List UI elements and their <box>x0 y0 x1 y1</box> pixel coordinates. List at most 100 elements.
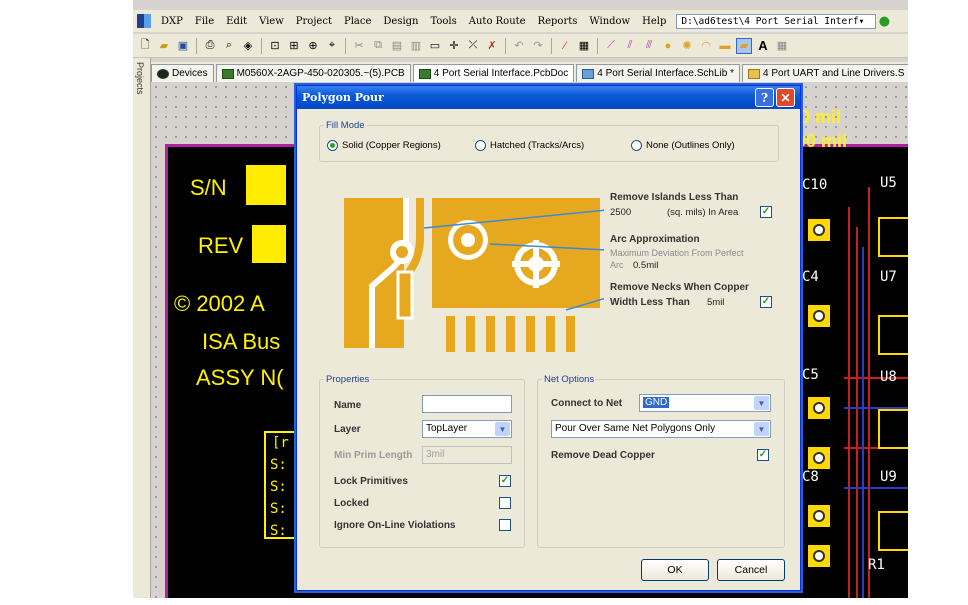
tab-schlib[interactable]: 4 Port Serial Interface.SchLib * <box>576 64 740 82</box>
fill-mode-hatched-radio[interactable]: Hatched (Tracks/Arcs) <box>475 140 584 151</box>
polygon-pour-dialog: Polygon Pour ? ✕ Fill Mode Solid (Copper… <box>296 85 801 591</box>
fill-mode-legend: Fill Mode <box>326 120 365 131</box>
menu-design[interactable]: Design <box>377 16 424 27</box>
net-options-legend: Net Options <box>544 374 595 385</box>
ref-u9: U9 <box>880 469 897 485</box>
clear-filter-icon[interactable]: ✗ <box>484 38 500 54</box>
ok-button[interactable]: OK <box>641 559 709 581</box>
deselect-icon[interactable]: ⤫ <box>465 38 481 54</box>
zoom-area-icon[interactable]: ⊞ <box>286 38 302 54</box>
place-fill-icon[interactable]: ▬ <box>717 38 733 54</box>
pour-over-select[interactable]: Pour Over Same Net Polygons Only ▼ <box>551 420 771 438</box>
projects-panel-tab[interactable]: Projects <box>133 58 151 598</box>
open-folder-icon[interactable]: ▰ <box>156 38 172 54</box>
name-input[interactable] <box>422 395 512 413</box>
place-polygon-icon[interactable]: ▰ <box>736 37 752 54</box>
menu-tools[interactable]: Tools <box>425 16 463 27</box>
help-button[interactable]: ? <box>755 88 774 107</box>
new-file-icon[interactable]: 🗋 <box>137 38 153 54</box>
browse-components-icon[interactable]: ▦ <box>576 38 592 54</box>
dxp-logo-icon[interactable] <box>137 14 151 28</box>
remove-islands-value[interactable]: 2500 <box>610 207 631 218</box>
arc-approx-desc: Maximum Deviation From Perfect <box>610 248 744 258</box>
tab-label: Devices <box>172 68 208 79</box>
select-area-icon[interactable]: ▭ <box>427 38 443 54</box>
zoom-fit-icon[interactable]: ⊡ <box>267 38 283 54</box>
remove-islands-checkbox[interactable]: ✓ <box>760 206 772 218</box>
menu-auto-route[interactable]: Auto Route <box>463 16 532 27</box>
blue-trace <box>844 487 908 489</box>
menu-file[interactable]: File <box>189 16 220 27</box>
print-icon[interactable]: ⎙ <box>202 38 218 54</box>
diff-pair-icon[interactable]: ⫻ <box>641 38 657 54</box>
arc-approx-value[interactable]: 0.5mil <box>633 260 658 271</box>
fill-mode-solid-radio[interactable]: Solid (Copper Regions) <box>327 140 441 151</box>
remove-necks-checkbox[interactable]: ✓ <box>760 296 772 308</box>
chevron-down-icon: ▼ <box>754 396 769 410</box>
document-path-dropdown[interactable]: D:\ad6test\4 Port Serial Interf▾ <box>676 13 877 29</box>
ignore-violations-checkbox[interactable] <box>499 519 511 531</box>
board-3d-icon[interactable]: ◈ <box>240 38 256 54</box>
print-preview-icon[interactable]: ⌕ <box>221 38 237 54</box>
menu-edit[interactable]: Edit <box>220 16 253 27</box>
radio-dot <box>631 140 642 151</box>
close-button[interactable]: ✕ <box>776 88 795 107</box>
tab-label: 4 Port UART and Line Drivers.S <box>763 68 905 79</box>
radio-label: Hatched (Tracks/Arcs) <box>490 140 585 151</box>
tab-uart-drivers[interactable]: 4 Port UART and Line Drivers.S <box>742 64 908 82</box>
place-string-icon[interactable]: A <box>755 38 771 54</box>
save-icon[interactable]: ▣ <box>175 38 191 54</box>
dialog-titlebar[interactable]: Polygon Pour ? ✕ <box>297 86 800 109</box>
cut-icon[interactable]: ✂ <box>351 38 367 54</box>
locked-checkbox[interactable] <box>499 497 511 509</box>
name-label: Name <box>334 400 362 411</box>
redo-icon[interactable]: ↷ <box>530 38 546 54</box>
layer-select[interactable]: TopLayer ▼ <box>422 420 512 438</box>
bracket-text-0: [r <box>272 435 289 451</box>
place-component-icon[interactable]: ▦ <box>774 38 790 54</box>
place-via-icon[interactable]: ✺ <box>679 38 695 54</box>
menu-bar: DXP File Edit View Project Place Design … <box>133 10 908 32</box>
pcb-icon <box>418 68 431 79</box>
ref-c8: C8 <box>802 469 819 485</box>
menu-project[interactable]: Project <box>290 16 338 27</box>
bracket-text-2: S: <box>270 479 287 495</box>
rubber-stamp-icon[interactable]: ▥ <box>408 38 424 54</box>
pour-over-value: Pour Over Same Net Polygons Only <box>555 423 716 434</box>
fill-mode-none-radio[interactable]: None (Outlines Only) <box>631 140 735 151</box>
navigate-go-icon[interactable]: ● <box>876 13 892 29</box>
copy-icon[interactable]: ⧉ <box>370 38 386 54</box>
zoom-selected-icon[interactable]: ⊕ <box>305 38 321 54</box>
paste-icon[interactable]: ▤ <box>389 38 405 54</box>
menu-place[interactable]: Place <box>338 16 377 27</box>
mil-label-1: 0 mil <box>800 107 842 127</box>
remove-necks-value[interactable]: 5mil <box>707 297 724 308</box>
move-icon[interactable]: ✛ <box>446 38 462 54</box>
menu-window[interactable]: Window <box>583 16 636 27</box>
interactive-route-icon[interactable]: ⟋ <box>603 38 619 54</box>
tab-pcb-m0560x[interactable]: M0560X-2AGP-450-020305.~(5).PCB <box>215 64 411 82</box>
undo-icon[interactable]: ↶ <box>511 38 527 54</box>
place-pad-icon[interactable]: ● <box>660 38 676 54</box>
menu-view[interactable]: View <box>253 16 290 27</box>
menu-help[interactable]: Help <box>636 16 672 27</box>
route-multiple-icon[interactable]: ⫽ <box>622 38 638 54</box>
place-arc-icon[interactable]: ◠ <box>698 38 714 54</box>
tab-devices[interactable]: Devices <box>151 64 214 82</box>
cancel-button[interactable]: Cancel <box>717 559 785 581</box>
schlib-icon <box>582 68 595 79</box>
min-prim-length-input[interactable]: 3mil <box>422 446 512 464</box>
connect-to-net-select[interactable]: GND ▼ <box>639 394 771 412</box>
remove-dead-copper-checkbox[interactable]: ✓ <box>757 449 769 461</box>
menu-dxp[interactable]: DXP <box>155 16 189 27</box>
arc-pad-hole <box>461 233 475 247</box>
cross-probe-icon[interactable]: ⁄ <box>557 38 573 54</box>
menu-reports[interactable]: Reports <box>532 16 584 27</box>
lock-primitives-checkbox[interactable]: ✓ <box>499 475 511 487</box>
thermal-spoke <box>512 261 560 267</box>
tab-pcbdoc[interactable]: 4 Port Serial Interface.PcbDoc <box>412 64 575 82</box>
min-prim-length-label: Min Prim Length <box>334 450 413 461</box>
connect-to-net-label: Connect to Net <box>551 398 623 409</box>
toolbar-separator <box>261 37 262 54</box>
zoom-filter-icon[interactable]: ⌖ <box>324 38 340 54</box>
